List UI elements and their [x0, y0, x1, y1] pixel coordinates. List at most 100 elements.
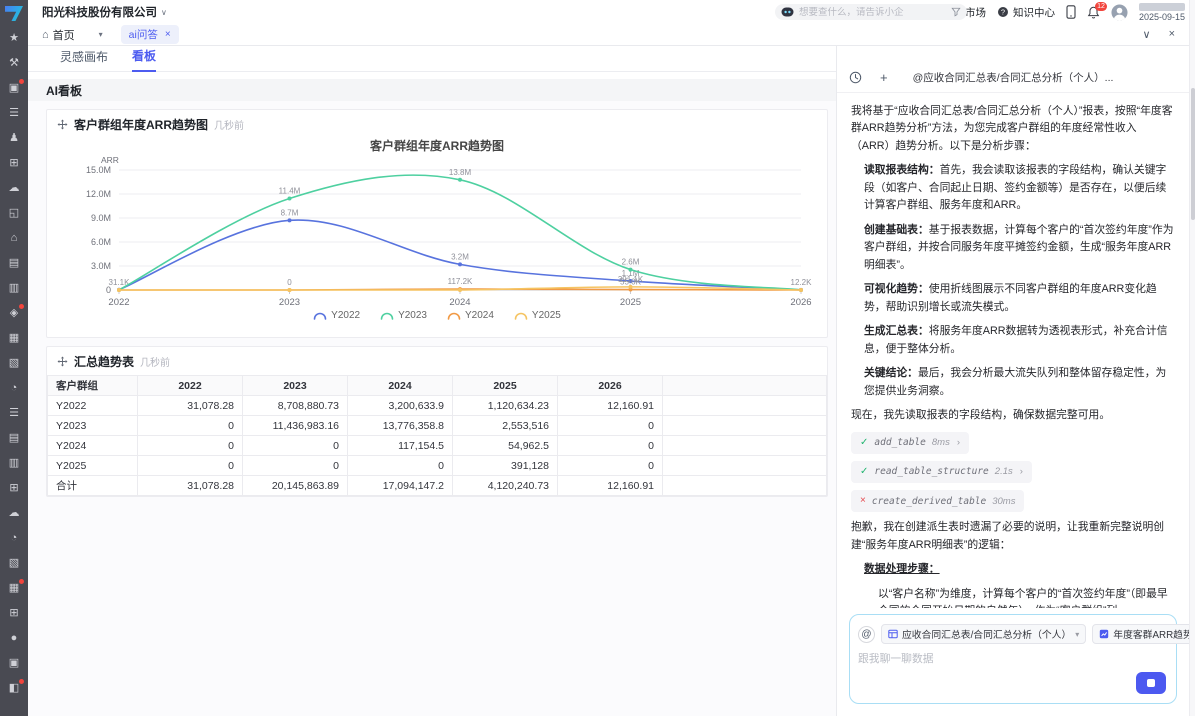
subtab-inspiration-canvas[interactable]: 灵感画布 [60, 48, 108, 71]
panel-close-icon[interactable]: × [1169, 28, 1175, 41]
notification-icon[interactable]: ◔ [0, 376, 28, 401]
tool-call-read-table-structure[interactable]: ✓read_table_structure2.1s› [851, 461, 1032, 483]
avatar[interactable] [1111, 4, 1128, 21]
tool-call-add-table[interactable]: ✓add_table8ms› [851, 432, 969, 454]
organization-icon[interactable]: ⌂ [0, 226, 28, 251]
wrench-tools-icon[interactable]: ⚒ [0, 51, 28, 76]
ai-board-title: AI看板 [46, 82, 82, 99]
tool-call-create-derived-table-failed[interactable]: ×create_derived_table30ms [851, 490, 1024, 512]
cloud-sync-icon[interactable]: ☁ [0, 176, 28, 201]
disc-icon[interactable]: ● [0, 626, 28, 651]
search-input[interactable] [799, 7, 946, 18]
bar-chart-icon[interactable]: ◧ [0, 676, 28, 701]
document-icon[interactable]: ▧ [0, 351, 28, 376]
mobile-icon[interactable] [1066, 5, 1076, 19]
security-shield-icon[interactable]: ◈ [0, 301, 28, 326]
calendar-icon[interactable]: ⊞ [0, 476, 28, 501]
dashboard-grid-icon[interactable]: ⊞ [0, 151, 28, 176]
panel-collapse-icon[interactable]: ∨ [1143, 28, 1151, 41]
company-switcher[interactable]: 阳光科技股份有限公司 ∨ [42, 4, 167, 20]
table-cell: 合计 [48, 476, 138, 496]
tab-close-icon[interactable]: × [165, 29, 171, 40]
tool-call-line: ✓read_table_structure2.1s› [851, 461, 1175, 483]
topbar-actions: 应用市场 ? 知识中心 12 2025-09-15 [929, 3, 1185, 22]
chart-card-title: 客户群组年度ARR趋势图 [74, 116, 208, 133]
svg-text:6.0M: 6.0M [91, 237, 111, 247]
table-cell: 31,078.28 [138, 476, 243, 496]
svg-text:391.1K: 391.1K [618, 275, 644, 284]
handbook-icon[interactable]: ▥ [0, 451, 28, 476]
tab-home[interactable]: ⌂ 首页 [42, 27, 75, 43]
sidebar-icons: ★⚒▣☰♟⊞☁◱⌂▤▥◈▦▧◔☰▤▥⊞☁◔▧▦⊞●▣◧ [0, 26, 28, 701]
svg-text:3.2M: 3.2M [451, 252, 469, 261]
ai-board-header: AI看板 [28, 79, 836, 101]
table-cell: Y2023 [48, 416, 138, 436]
task-list-icon[interactable]: ☰ [0, 401, 28, 426]
history-clock-icon[interactable] [849, 71, 862, 84]
context-tag-method[interactable]: 年度客群ARR趋势分析 ▾ [1092, 624, 1195, 644]
user-box[interactable]: 2025-09-15 [1139, 3, 1185, 22]
legend-label: Y2025 [532, 310, 561, 321]
move-handle-icon[interactable] [57, 119, 68, 130]
chat-title: @应收合同汇总表/合同汇总分析（个人）... [837, 70, 1189, 85]
global-search[interactable] [775, 4, 967, 20]
tab-ai-qa[interactable]: ai问答 × [121, 25, 179, 44]
svg-text:12.0M: 12.0M [86, 189, 111, 199]
legend-item-Y2023[interactable]: Y2023 [380, 310, 427, 321]
chat-message-input[interactable] [858, 653, 1122, 665]
mention-at-button[interactable]: @ [858, 626, 875, 643]
question-circle-icon: ? [997, 6, 1009, 18]
move-handle-icon[interactable] [57, 356, 68, 367]
column-header: 客户群组 [48, 376, 138, 396]
chat-header: + @应收合同汇总表/合同汇总分析（个人）... [837, 46, 1189, 93]
legend-item-Y2022[interactable]: Y2022 [313, 310, 360, 321]
filter-icon[interactable] [951, 7, 961, 17]
chart-card-header: 客户群组年度ARR趋势图 几秒前 [47, 110, 827, 136]
briefcase-icon[interactable]: ▦ [0, 326, 28, 351]
bell-badge: 12 [1095, 2, 1107, 11]
chat-input-box[interactable]: @ 应收合同汇总表/合同汇总分析（个人） ▾ 年度客群ARR趋势分析 ▾ [849, 614, 1177, 704]
tool-call-line: ×create_derived_table30ms [851, 490, 1175, 512]
user-contacts-icon[interactable]: ♟ [0, 126, 28, 151]
chat-step: 读取报表结构：首先，我会读取该报表的字段结构，确认关键字段（如客户、合同起止日期… [851, 162, 1175, 214]
knowledge-center-link[interactable]: ? 知识中心 [997, 5, 1055, 20]
chat-apology: 抱歉，我在创建派生表时遗漏了必要的说明，让我重新完整说明创建“服务年度ARR明细… [851, 519, 1175, 554]
report-doc-icon[interactable]: ▣ [0, 651, 28, 676]
table-cell: 3,200,633.9 [348, 396, 453, 416]
chat-step: 生成汇总表：将服务年度ARR数据转为透视表形式，补充合计信息，便于整体分析。 [851, 323, 1175, 358]
chevron-down-icon[interactable]: ▾ [1075, 630, 1079, 639]
bank-card-icon[interactable]: ▤ [0, 426, 28, 451]
stop-generation-button[interactable] [1136, 672, 1166, 694]
table-cell: 0 [138, 456, 243, 476]
chevron-right-icon[interactable]: › [1020, 464, 1023, 479]
table-header-row: 客户群组20222023202420252026 [48, 376, 827, 396]
data-layers-icon[interactable]: ☰ [0, 101, 28, 126]
svg-text:11.4M: 11.4M [279, 187, 301, 196]
table-grid-icon[interactable]: ⊞ [0, 601, 28, 626]
id-card-icon[interactable]: ▤ [0, 251, 28, 276]
folder-icon[interactable]: ▧ [0, 551, 28, 576]
procurement-cart-icon[interactable]: ◱ [0, 201, 28, 226]
subtab-board[interactable]: 看板 [132, 47, 156, 72]
new-chat-plus-icon[interactable]: + [880, 70, 888, 85]
chat-now-line: 现在，我先读取报表的字段结构，确保数据完整可用。 [851, 407, 1175, 424]
pie-analytics-icon[interactable]: ◔ [0, 526, 28, 551]
table-cell: 17,094,147.2 [348, 476, 453, 496]
legend-item-Y2024[interactable]: Y2024 [447, 310, 494, 321]
legend-item-Y2025[interactable]: Y2025 [514, 310, 561, 321]
scrollbar-thumb[interactable] [1191, 88, 1195, 220]
window-scrollbar[interactable] [1189, 0, 1195, 716]
context-tag-report[interactable]: 应收合同汇总表/合同汇总分析（个人） ▾ [881, 624, 1086, 644]
tab-list-caret-icon[interactable]: ▾ [99, 30, 103, 39]
order-list-icon[interactable]: ▦ [0, 576, 28, 601]
chart-title: 客户群组年度ARR趋势图 [47, 137, 827, 154]
star-icon[interactable]: ★ [0, 26, 28, 51]
video-message-icon[interactable]: ▣ [0, 76, 28, 101]
cloud-service-icon[interactable]: ☁ [0, 501, 28, 526]
table-cell [663, 436, 827, 456]
chevron-right-icon[interactable]: › [957, 435, 960, 450]
notifications-bell[interactable]: 12 [1087, 6, 1100, 19]
app-logo-icon[interactable] [5, 6, 23, 21]
archive-box-icon[interactable]: ▥ [0, 276, 28, 301]
table-cell: 117,154.5 [348, 436, 453, 456]
